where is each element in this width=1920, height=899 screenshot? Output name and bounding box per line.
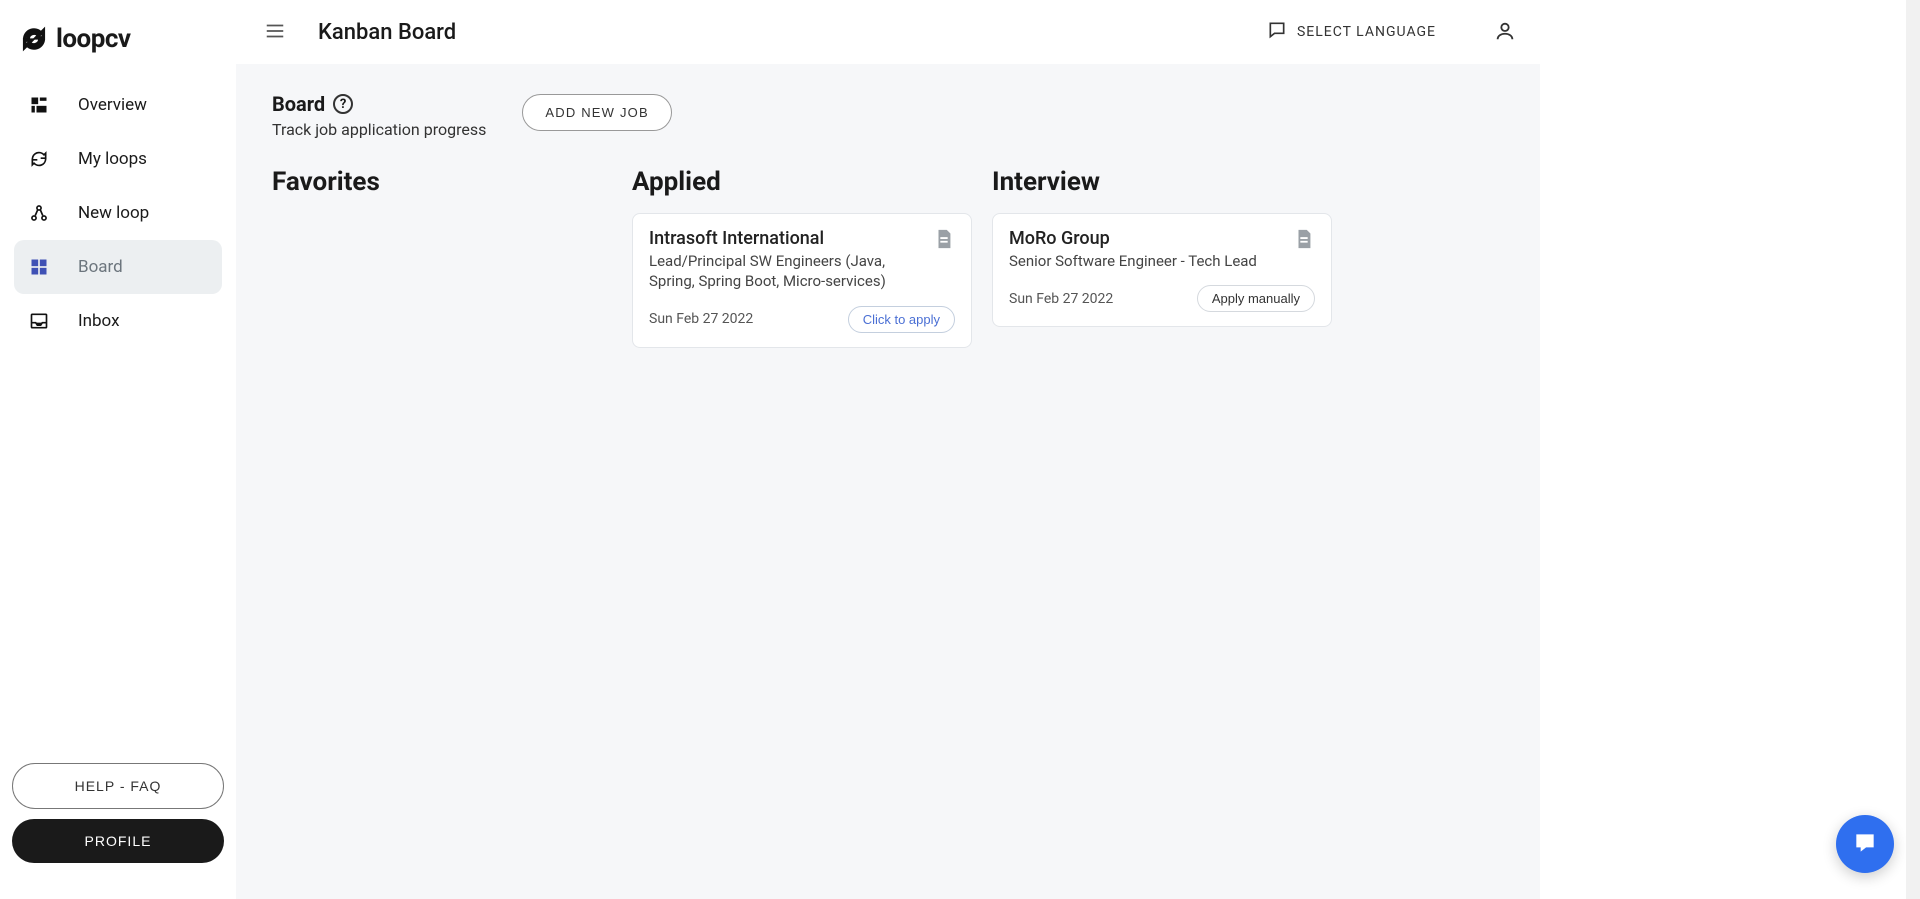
topbar: Kanban Board SELECT LANGUAGE [236, 0, 1540, 64]
sidebar-item-label: New loop [78, 203, 149, 223]
sidebar-item-label: Inbox [78, 311, 120, 331]
help-icon[interactable]: ? [333, 94, 353, 114]
sidebar-item-myloops[interactable]: My loops [14, 132, 222, 186]
sidebar: loopcv Overview My loops New loop [0, 0, 236, 899]
sidebar-item-label: My loops [78, 149, 147, 169]
user-icon [1494, 30, 1516, 45]
card-role: Lead/Principal SW Engineers (Java, Sprin… [649, 251, 923, 292]
sidebar-item-overview[interactable]: Overview [14, 78, 222, 132]
column-favorites: Favorites [272, 167, 612, 362]
inbox-icon [28, 310, 50, 332]
page-title: Kanban Board [318, 20, 1239, 45]
card-date: Sun Feb 27 2022 [649, 311, 753, 327]
sidebar-item-label: Board [78, 257, 123, 277]
refresh-icon [20, 25, 48, 53]
brand-text: loopcv [56, 24, 131, 54]
language-select[interactable]: SELECT LANGUAGE [1267, 20, 1436, 44]
sidebar-item-label: Overview [78, 95, 147, 115]
sidebar-item-inbox[interactable]: Inbox [14, 294, 222, 348]
add-new-job-button[interactable]: ADD NEW JOB [522, 94, 671, 131]
content: Board ? Track job application progress A… [236, 64, 1540, 899]
board-subtitle: Track job application progress [272, 120, 486, 139]
language-label: SELECT LANGUAGE [1297, 24, 1436, 40]
loop-icon [28, 148, 50, 170]
scrollbar-track[interactable] [1906, 0, 1920, 899]
job-card[interactable]: MoRo Group Senior Software Engineer - Te… [992, 213, 1332, 327]
column-title: Applied [632, 167, 972, 197]
menu-toggle-button[interactable] [260, 16, 290, 49]
column-interview: Interview MoRo Group Senior Software Eng… [992, 167, 1332, 362]
profile-button[interactable]: PROFILE [12, 819, 224, 863]
click-to-apply-button[interactable]: Click to apply [848, 306, 955, 333]
column-applied: Applied Intrasoft International Lead/Pri… [632, 167, 972, 362]
brand-logo[interactable]: loopcv [0, 16, 236, 78]
board-title: Board [272, 92, 325, 116]
chat-fab[interactable] [1836, 815, 1894, 873]
chat-bubble-icon [1267, 20, 1287, 44]
sidebar-item-board[interactable]: Board [14, 240, 222, 294]
card-date: Sun Feb 27 2022 [1009, 291, 1113, 307]
help-faq-button[interactable]: HELP - FAQ [12, 763, 224, 809]
column-title: Favorites [272, 167, 612, 197]
card-role: Senior Software Engineer - Tech Lead [1009, 251, 1257, 271]
card-company: MoRo Group [1009, 228, 1257, 249]
main: Kanban Board SELECT LANGUAGE Board ? [236, 0, 1540, 899]
grid-icon [28, 256, 50, 278]
job-card[interactable]: Intrasoft International Lead/Principal S… [632, 213, 972, 348]
sidebar-nav: Overview My loops New loop Board [0, 78, 236, 763]
user-menu-button[interactable] [1494, 20, 1516, 45]
sidebar-footer: HELP - FAQ PROFILE [0, 763, 236, 883]
document-icon[interactable] [1293, 228, 1315, 254]
kanban-columns: Favorites Applied Intrasoft Internationa… [272, 167, 1504, 362]
card-company: Intrasoft International [649, 228, 923, 249]
dashboard-icon [28, 94, 50, 116]
column-title: Interview [992, 167, 1332, 197]
hamburger-icon [264, 30, 286, 45]
apply-manually-button[interactable]: Apply manually [1197, 285, 1315, 312]
document-icon[interactable] [933, 228, 955, 254]
sidebar-item-newloop[interactable]: New loop [14, 186, 222, 240]
chat-icon [1852, 830, 1878, 859]
share-nodes-icon [28, 202, 50, 224]
board-header: Board ? Track job application progress A… [272, 92, 1504, 139]
